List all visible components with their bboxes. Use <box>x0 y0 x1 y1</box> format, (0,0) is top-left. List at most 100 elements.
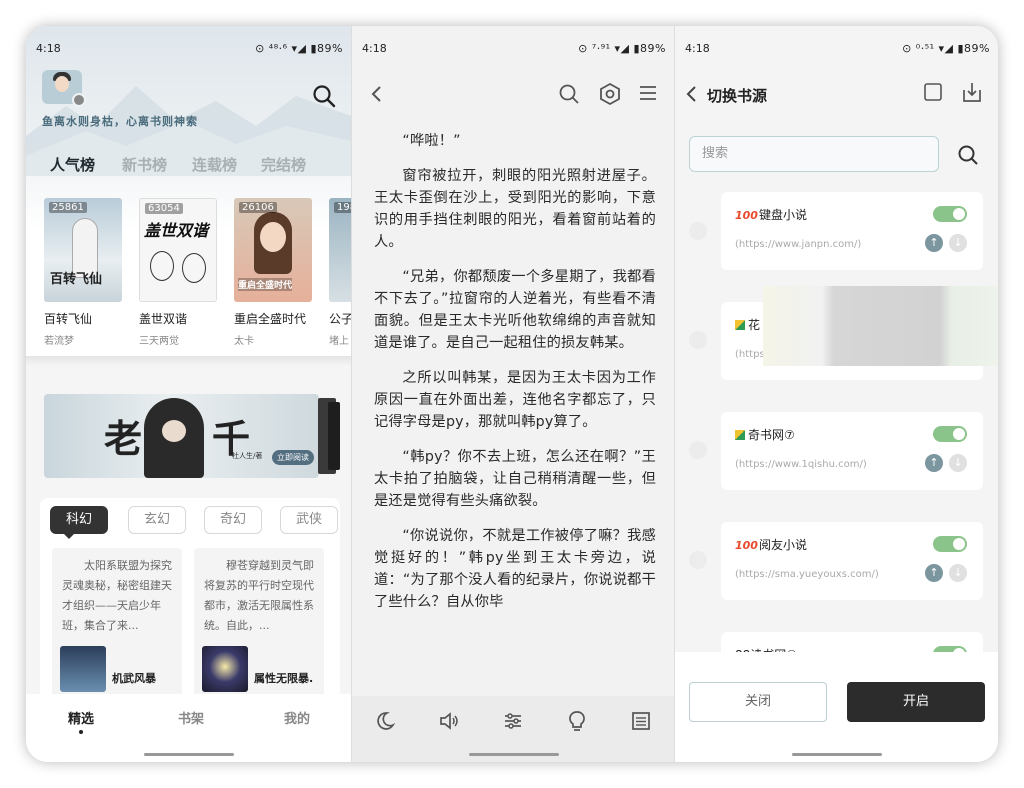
action-bar: 关闭 开启 <box>675 652 998 762</box>
back-icon[interactable] <box>368 84 386 104</box>
settings-icon[interactable] <box>598 82 622 106</box>
paragraph: “韩py？你不去上班，怎么还在啊？”王太卡拍了拍脑袋，让自己稍稍清醒一些，但是还… <box>374 449 656 509</box>
tab-scifi[interactable]: 科幻 <box>50 506 108 539</box>
cover-title: 盖世双谐 <box>144 221 209 240</box>
status-icons: ⊙ ⁴⁸·⁶ ▾◢ ▮89% <box>255 42 343 55</box>
move-up-icon[interactable]: ↑ <box>925 454 943 472</box>
page-title: 切换书源 <box>707 87 768 105</box>
source-toggle[interactable] <box>933 206 967 222</box>
reader-toolbar <box>352 72 674 118</box>
book-card[interactable]: 百转飞仙 25861 百转飞仙 若流梦 <box>44 198 122 347</box>
status-time: 4:18 <box>685 42 710 55</box>
source-switch-screen: 4:18 ⊙ ⁰·⁵¹ ▾◢ ▮89% 切换书源 搜索 100键盘小说 (htt… <box>674 26 998 762</box>
cover-title: 重启全盛时代 <box>238 278 293 291</box>
book-card[interactable]: 198 公子 堵上 <box>329 198 351 347</box>
night-mode-icon[interactable] <box>374 710 396 732</box>
promo-banner[interactable]: 老 千 杜人生/著 立即阅读 <box>44 394 319 478</box>
move-down-icon[interactable]: ↓ <box>949 454 967 472</box>
close-button[interactable]: 关闭 <box>689 682 827 722</box>
avatar[interactable] <box>42 70 86 107</box>
source-header: 切换书源 <box>675 72 998 116</box>
source-url: (https://www.janpn.com/) <box>735 239 862 250</box>
book-title: 百转飞仙 <box>44 312 93 326</box>
recommend-card[interactable]: 穆苍穿越到灵气即将复苏的平行时空现代都市，激活无限属性系统。自此，... 属性无… <box>194 548 324 698</box>
move-up-icon[interactable]: ↑ <box>925 234 943 252</box>
source-radio[interactable] <box>689 331 707 349</box>
book-author: 堵上 <box>329 336 349 347</box>
settings-gear-icon[interactable] <box>72 93 86 107</box>
source-toggle[interactable] <box>933 426 967 442</box>
recommend-desc: 穆苍穿越到灵气即将复苏的平行时空现代都市，激活无限属性系统。自此，... <box>204 559 314 632</box>
recommend-card[interactable]: 太阳系联盟为探究灵魂奥秘，秘密组建天才组织——天启少年班，集合了来... 机武风… <box>52 548 182 698</box>
book-title: 公子 <box>329 312 351 326</box>
book-count: 25861 <box>49 202 87 213</box>
nav-bookshelf[interactable]: 书架 <box>178 708 204 727</box>
source-item[interactable]: 奇书网⑦ (https://www.1qishu.com/) ↑ ↓ <box>721 412 983 490</box>
lightbulb-icon[interactable] <box>566 710 588 732</box>
source-toggle[interactable] <box>933 536 967 552</box>
source-radio[interactable] <box>689 222 707 240</box>
source-url: (https://www.1qishu.com/) <box>735 459 867 470</box>
source-radio[interactable] <box>689 441 707 459</box>
recommend-cover <box>202 646 248 692</box>
download-icon[interactable] <box>960 80 984 104</box>
nav-mine[interactable]: 我的 <box>284 708 310 727</box>
tab-serial[interactable]: 连载榜 <box>188 154 237 180</box>
search-input[interactable]: 搜索 <box>689 136 939 172</box>
adjust-icon[interactable] <box>502 710 524 732</box>
select-all-checkbox[interactable] <box>923 82 943 102</box>
move-up-icon[interactable]: ↑ <box>925 564 943 582</box>
bottom-nav: 精选 书架 我的 <box>26 694 351 762</box>
device-frame: 4:18 ⊙ ⁴⁸·⁶ ▾◢ ▮89% 鱼离水则身枯，心离书则神索 人气榜 新书… <box>26 26 998 762</box>
banner-next-card <box>328 402 340 470</box>
status-icons: ⊙ ⁰·⁵¹ ▾◢ ▮89% <box>902 42 990 55</box>
source-url: (https://sma.yueyouxs.com/) <box>735 569 879 580</box>
enable-button[interactable]: 开启 <box>847 682 985 722</box>
banner-author: 杜人生/著 <box>232 452 263 460</box>
rank-tabs: 人气榜 新书榜 连载榜 完结榜 <box>46 154 350 184</box>
tab-fantasy[interactable]: 玄幻 <box>128 506 186 534</box>
search-icon[interactable] <box>558 83 580 105</box>
paragraph: “你说说你，不就是工作被停了嘛？我感觉挺好的！”韩py坐到王太卡旁边，说道：“为… <box>374 528 656 610</box>
status-bar: 4:18 ⊙ ⁰·⁵¹ ▾◢ ▮89% <box>675 26 998 72</box>
tab-new[interactable]: 新书榜 <box>118 154 167 180</box>
recommend-desc: 太阳系联盟为探究灵魂奥秘，秘密组建天才组织——天启少年班，集合了来... <box>62 559 172 632</box>
status-bar: 4:18 ⊙ ⁷·⁹¹ ▾◢ ▮89% <box>352 26 674 72</box>
source-radio[interactable] <box>689 551 707 569</box>
book-card[interactable]: 盖世双谐 63054 盖世双谐 三天两觉 <box>139 198 217 347</box>
source-item[interactable]: 100阅友小说 (https://sma.yueyouxs.com/) ↑ ↓ <box>721 522 983 600</box>
book-title: 重启全盛时代 <box>234 312 307 326</box>
menu-icon[interactable] <box>638 83 658 103</box>
back-icon[interactable] <box>685 84 699 104</box>
home-screen: 4:18 ⊙ ⁴⁸·⁶ ▾◢ ▮89% 鱼离水则身枯，心离书则神索 人气榜 新书… <box>26 26 351 762</box>
banner-char: 老 <box>104 416 143 461</box>
speaker-icon[interactable] <box>438 710 460 732</box>
banner-figure <box>144 398 204 478</box>
book-author: 三天两觉 <box>139 336 179 347</box>
status-time: 4:18 <box>36 42 61 55</box>
move-down-icon[interactable]: ↓ <box>949 564 967 582</box>
status-time: 4:18 <box>362 42 387 55</box>
source-item[interactable]: 100键盘小说 (https://www.janpn.com/) ↑ ↓ <box>721 192 983 270</box>
chapter-text: “哗啦！” 窗帘被拉开，刺眼的阳光照射进屋子。王太卡歪倒在沙上，受到阳光的影响，… <box>374 130 656 626</box>
search-icon[interactable] <box>312 84 336 108</box>
search-icon[interactable] <box>957 144 979 166</box>
shelf-divider <box>26 356 351 366</box>
tab-magic[interactable]: 奇幻 <box>204 506 262 534</box>
tab-wuxia[interactable]: 武侠 <box>280 506 338 534</box>
book-author: 太卡 <box>234 336 254 347</box>
catalog-icon[interactable] <box>630 710 652 732</box>
book-count: 63054 <box>145 203 183 214</box>
source-name: 花 <box>735 316 760 333</box>
nav-featured[interactable]: 精选 <box>68 708 94 734</box>
motto-text: 鱼离水则身枯，心离书则神索 <box>42 115 198 128</box>
tab-popular[interactable]: 人气榜 <box>46 154 95 180</box>
book-title: 盖世双谐 <box>139 312 188 326</box>
read-now-button[interactable]: 立即阅读 <box>272 450 314 465</box>
move-down-icon[interactable]: ↓ <box>949 234 967 252</box>
tab-completed[interactable]: 完结榜 <box>257 154 306 180</box>
category-section: 科幻 玄幻 奇幻 武侠 太阳系联盟为探究灵魂奥秘，秘密组建天才组织——天启少年班… <box>40 498 340 698</box>
book-count: 26106 <box>239 202 277 213</box>
book-card[interactable]: 重启全盛时代 26106 重启全盛时代 太卡 <box>234 198 312 347</box>
source-name: 100阅友小说 <box>735 538 807 552</box>
